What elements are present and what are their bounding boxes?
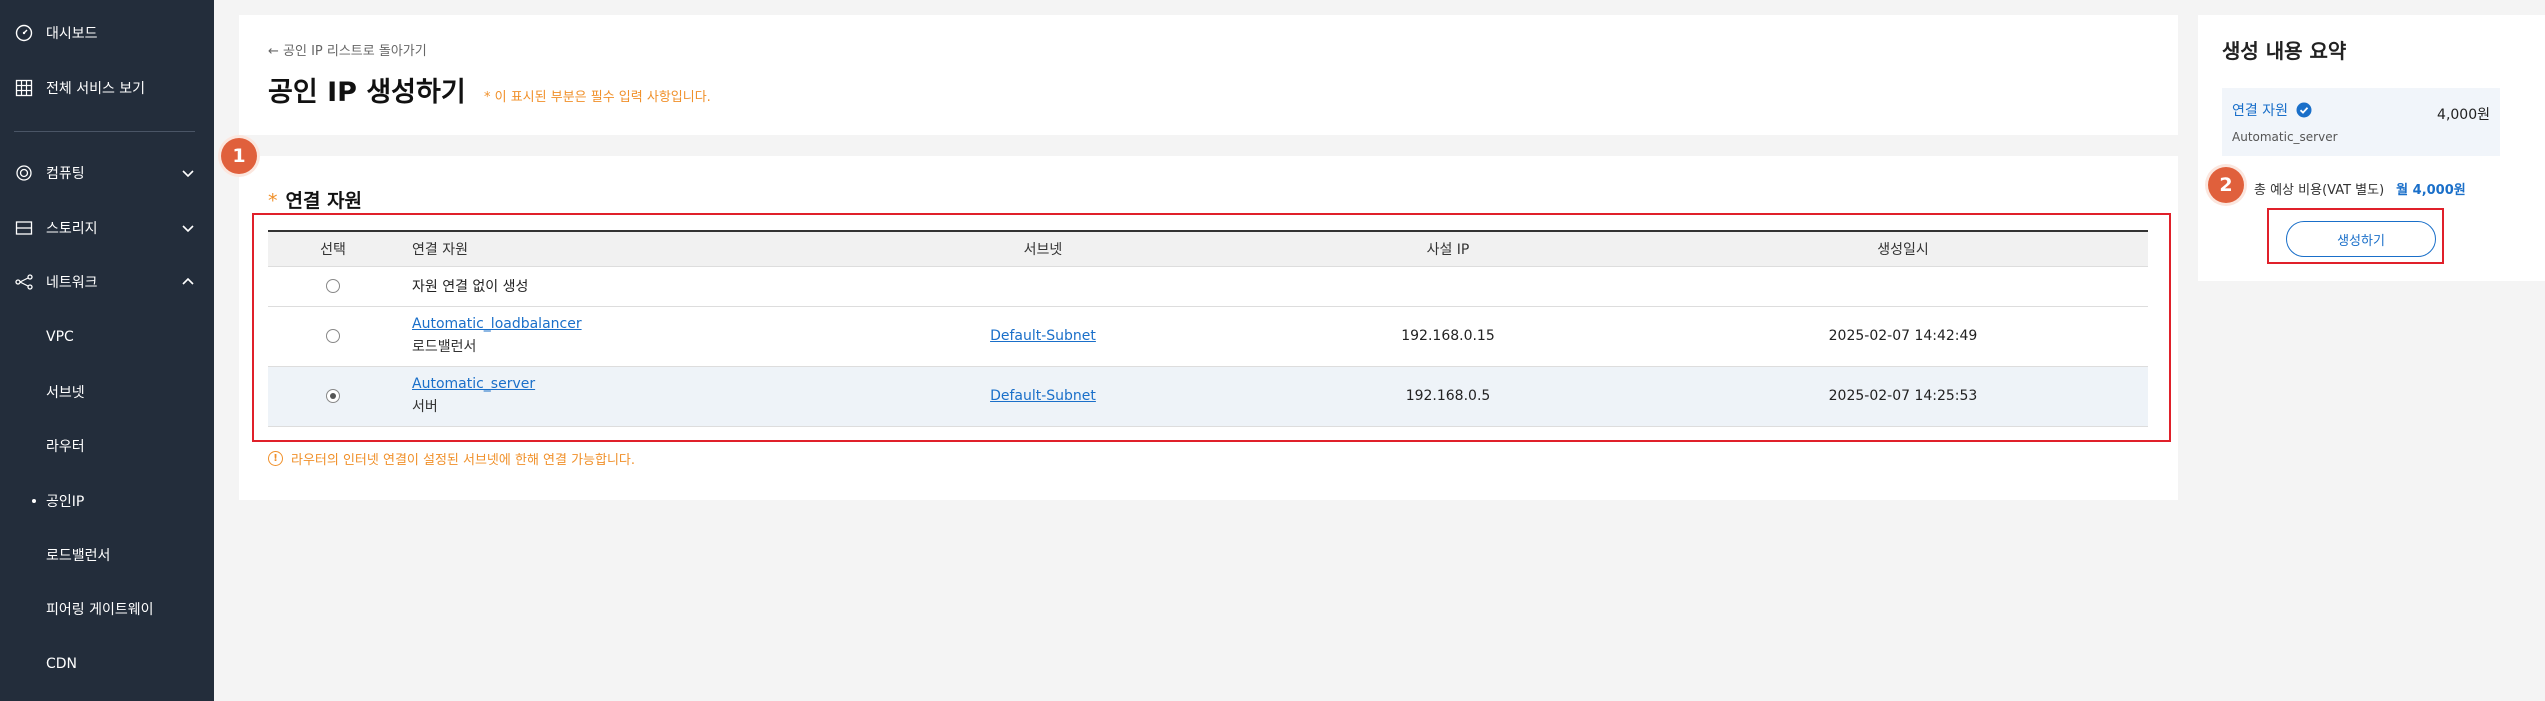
sidebar-item-label: 네트워크	[46, 275, 98, 291]
chevron-down-icon	[182, 225, 194, 233]
grid-icon	[14, 78, 34, 98]
sidebar-item-label: 대시보드	[46, 26, 98, 42]
sidebar-item-label: 전체 서비스 보기	[46, 81, 146, 97]
select-cell	[268, 306, 398, 367]
resource-cell: 자원 연결 없이 생성	[398, 266, 848, 307]
resource-type: 로드밸런서	[412, 339, 477, 355]
sidebar-item-computing[interactable]: 컴퓨팅	[0, 153, 214, 193]
resource-cell: Automatic_loadbalancer 로드밸런서	[398, 306, 848, 367]
chevron-up-icon	[182, 277, 194, 285]
check-circle-icon	[2296, 102, 2312, 118]
date-cell: 2025-02-07 14:25:53	[1658, 366, 2148, 427]
section-title-text: 연결 자원	[285, 190, 363, 212]
network-icon	[14, 272, 34, 292]
table-row[interactable]: Automatic_loadbalancer 로드밸런서 Default-Sub…	[268, 306, 2148, 367]
section-title: * 연결 자원	[268, 186, 362, 213]
sidebar-item-storage[interactable]: 스토리지	[0, 208, 214, 248]
summary-resource-label-row: 연결 자원	[2232, 100, 2312, 120]
required-star: *	[268, 190, 278, 212]
sidebar-item-all-services[interactable]: 전체 서비스 보기	[0, 68, 214, 108]
sidebar-item-label: VPC	[46, 329, 74, 345]
resource-cell: Automatic_server 서버	[398, 366, 848, 427]
page-title: 공인 IP 생성하기	[268, 77, 466, 108]
sidebar-divider	[14, 131, 195, 132]
sidebar-item-label: 피어링 게이트웨이	[46, 602, 154, 618]
radio-button-selected[interactable]	[326, 389, 340, 403]
info-icon: !	[268, 451, 283, 466]
sidebar-item-public-ip[interactable]: 공인IP	[0, 481, 214, 521]
sidebar: 대시보드 전체 서비스 보기 컴퓨팅 스토리지 네트워크 VPC 서브넷 라우터…	[0, 0, 214, 701]
summary-resource-label: 연결 자원	[2232, 103, 2288, 119]
subnet-link[interactable]: Default-Subnet	[990, 328, 1096, 344]
date-cell	[1658, 266, 2148, 307]
sidebar-item-label: 컴퓨팅	[46, 166, 85, 182]
select-cell	[268, 366, 398, 427]
header-panel	[239, 15, 2178, 135]
create-button[interactable]: 생성하기	[2286, 221, 2436, 257]
radio-button[interactable]	[326, 329, 340, 343]
sidebar-item-subnet[interactable]: 서브넷	[0, 372, 214, 412]
resource-name: 자원 연결 없이 생성	[412, 279, 529, 295]
summary-resource-name: Automatic_server	[2232, 130, 2338, 144]
resource-link[interactable]: Automatic_loadbalancer	[412, 316, 848, 332]
date-cell: 2025-02-07 14:42:49	[1658, 306, 2148, 367]
ip-cell	[1238, 266, 1658, 307]
info-note: ! 라우터의 인터넷 연결이 설정된 서브넷에 한해 연결 가능합니다.	[268, 449, 635, 468]
resource-type: 서버	[412, 399, 438, 415]
total-cost-label: 총 예상 비용(VAT 별도)	[2254, 183, 2385, 198]
sidebar-item-label: 공인IP	[46, 494, 85, 510]
sidebar-item-loadbalancer[interactable]: 로드밸런서	[0, 535, 214, 575]
sidebar-item-label: CDN	[46, 656, 78, 672]
subnet-cell: Default-Subnet	[848, 306, 1238, 367]
summary-resource-card: 연결 자원 Automatic_server 4,000원	[2222, 88, 2500, 156]
subnet-cell	[848, 266, 1238, 307]
sidebar-item-vpc[interactable]: VPC	[0, 317, 214, 357]
sidebar-item-label: 로드밸런서	[46, 548, 111, 564]
subnet-link[interactable]: Default-Subnet	[990, 388, 1096, 404]
back-link[interactable]: ← 공인 IP 리스트로 돌아가기	[268, 40, 427, 59]
sidebar-item-cdn[interactable]: CDN	[0, 644, 214, 684]
step-badge-2: 2	[2208, 167, 2244, 203]
active-indicator	[32, 499, 36, 503]
sidebar-item-label: 스토리지	[46, 221, 98, 237]
step-badge-1: 1	[221, 138, 257, 174]
summary-title: 생성 내용 요약	[2222, 39, 2347, 63]
column-header: 생성일시	[1658, 230, 2148, 267]
cpu-icon	[14, 163, 34, 183]
table-row[interactable]: Automatic_server 서버 Default-Subnet 192.1…	[268, 366, 2148, 427]
column-header: 서브넷	[848, 230, 1238, 267]
radio-button[interactable]	[326, 279, 340, 293]
column-header: 연결 자원	[398, 230, 848, 267]
sidebar-item-peering-gateway[interactable]: 피어링 게이트웨이	[0, 589, 214, 629]
subnet-cell: Default-Subnet	[848, 366, 1238, 427]
required-note: * 이 표시된 부분은 필수 입력 사항입니다.	[484, 90, 711, 105]
dashboard-icon	[14, 23, 34, 43]
ip-cell: 192.168.0.5	[1238, 366, 1658, 427]
column-header: 선택	[268, 230, 398, 267]
sidebar-item-label: 라우터	[46, 439, 85, 455]
sidebar-item-dashboard[interactable]: 대시보드	[0, 13, 214, 53]
storage-icon	[14, 218, 34, 238]
resource-table: 선택 연결 자원 서브넷 사설 IP 생성일시 자원 연결 없이 생성 Auto…	[268, 230, 2148, 427]
ip-cell: 192.168.0.15	[1238, 306, 1658, 367]
table-header-row: 선택 연결 자원 서브넷 사설 IP 생성일시	[268, 230, 2148, 267]
sidebar-item-label: 서브넷	[46, 385, 85, 401]
total-cost-amount: 월 4,000원	[2396, 183, 2466, 198]
total-cost-row: 총 예상 비용(VAT 별도) 월 4,000원	[2254, 179, 2466, 198]
table-row[interactable]: 자원 연결 없이 생성	[268, 266, 2148, 307]
chevron-down-icon	[182, 170, 194, 178]
sidebar-item-router[interactable]: 라우터	[0, 426, 214, 466]
info-note-text: 라우터의 인터넷 연결이 설정된 서브넷에 한해 연결 가능합니다.	[291, 453, 636, 468]
sidebar-item-network[interactable]: 네트워크	[0, 262, 214, 302]
resource-link[interactable]: Automatic_server	[412, 376, 848, 392]
summary-resource-price: 4,000원	[2437, 107, 2490, 123]
select-cell	[268, 266, 398, 307]
column-header: 사설 IP	[1238, 230, 1658, 267]
